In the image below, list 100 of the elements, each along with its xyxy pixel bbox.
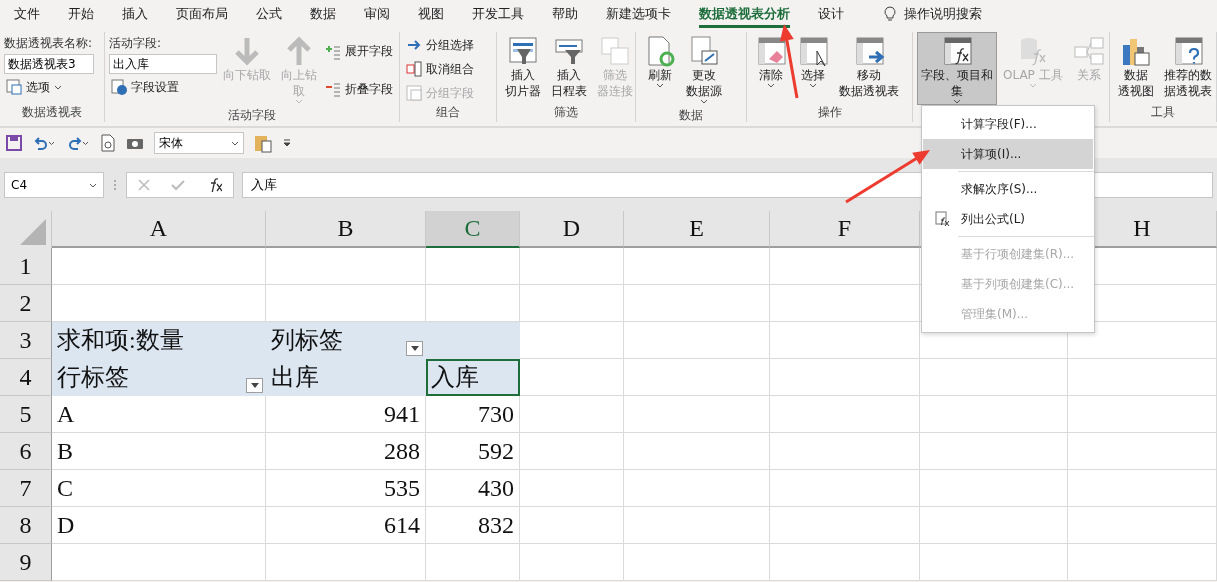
table-cell: 行标签 [52, 359, 266, 396]
table-cell: 730 [426, 396, 520, 433]
caret-icon [295, 99, 303, 104]
group-label: 活动字段 [227, 107, 277, 124]
menu-tab[interactable]: 页面布局 [176, 0, 228, 28]
ribbon-button[interactable]: 分组选择 [404, 34, 476, 56]
column-header[interactable]: C [426, 211, 520, 248]
ribbon-button[interactable]: 插入 切片器 [501, 32, 545, 102]
caret-icon [231, 140, 239, 146]
search-hint[interactable]: 操作说明搜索 [904, 5, 982, 23]
select-icon [797, 35, 829, 67]
menu-tab[interactable]: 公式 [256, 0, 282, 28]
row-header[interactable]: 9 [0, 544, 52, 581]
group-label: 组合 [435, 104, 461, 121]
menu-tab[interactable]: 数据 [310, 0, 336, 28]
menu-tab[interactable]: 设计 [818, 0, 844, 28]
table-cell: 列标签 [266, 322, 426, 359]
caret-icon [1028, 83, 1037, 88]
row-header[interactable]: 2 [0, 285, 52, 322]
caret-icon [54, 84, 62, 90]
filter-button[interactable] [406, 341, 423, 356]
paste-icon [254, 133, 272, 153]
column-header[interactable]: A [52, 211, 266, 248]
menu-item[interactable]: 计算项(I)... [923, 139, 1093, 169]
input-field[interactable]: 出入库 [109, 54, 217, 74]
ribbon-button[interactable]: 更改 数据源 [682, 32, 726, 105]
name-box[interactable]: C4 [4, 172, 104, 198]
table-cell: B [52, 433, 266, 470]
filter-button[interactable] [246, 378, 263, 393]
row-header[interactable]: 7 [0, 470, 52, 507]
ribbon-button[interactable]: 取消组合 [404, 58, 476, 80]
table-cell: 430 [426, 470, 520, 507]
row-header[interactable]: 3 [0, 322, 52, 359]
menu-tab[interactable]: 视图 [418, 0, 444, 28]
column-header[interactable]: E [624, 211, 770, 248]
ribbon-button[interactable]: 字段、项目和 集 [917, 32, 997, 105]
column-header[interactable]: B [266, 211, 426, 248]
ribbon-button[interactable]: 数据 透视图 [1114, 32, 1158, 102]
table-cell: 832 [426, 507, 520, 544]
lightbulb-icon [884, 6, 896, 22]
column-header[interactable]: F [770, 211, 920, 248]
ribbon-button[interactable]: 推荐的数 据透视表 [1160, 32, 1216, 102]
menu-tab[interactable]: 开始 [68, 0, 94, 28]
ribbon-button[interactable]: 选项 [4, 76, 94, 98]
table-cell: D [52, 507, 266, 544]
font-select[interactable]: 宋体 [154, 132, 244, 154]
undo-icon [32, 135, 56, 151]
ribbon-button[interactable]: 刷新 [640, 32, 680, 105]
row-header[interactable]: 1 [0, 248, 52, 285]
table-cell: 535 [266, 470, 426, 507]
customize-icon [282, 138, 292, 148]
group-label: 操作 [816, 104, 843, 121]
caret-icon [809, 83, 817, 88]
row-header[interactable]: 5 [0, 396, 52, 433]
relationship-icon [1072, 35, 1105, 67]
ribbon-button[interactable]: 折叠字段 [323, 78, 395, 101]
input-field[interactable]: 数据透视表3 [4, 54, 94, 74]
ribbon-button[interactable]: 展开字段 [323, 40, 395, 63]
menu-tab[interactable]: 帮助 [552, 0, 578, 28]
menu-tab[interactable]: 审阅 [364, 0, 390, 28]
table-cell: A [52, 396, 266, 433]
row-header[interactable]: 8 [0, 507, 52, 544]
table-cell: 求和项:数量 [52, 322, 266, 359]
group-label: 数据透视表 [21, 104, 83, 121]
column-header[interactable]: D [520, 211, 624, 248]
collapse-icon [325, 81, 341, 98]
table-cell: C [52, 470, 266, 507]
expand-icon [325, 43, 341, 60]
select-all-icon [19, 218, 47, 246]
caret-icon [767, 83, 775, 88]
grip-icon [112, 178, 118, 192]
dropdown-arrow-icon [410, 346, 419, 351]
ribbon-button[interactable]: 插入 日程表 [547, 32, 591, 102]
caret-icon [700, 99, 708, 104]
slicer-icon [507, 35, 539, 67]
menu-tab[interactable]: 新建选项卡 [606, 0, 671, 28]
ribbon-button[interactable]: 移动 数据透视表 [835, 32, 903, 102]
redo-icon [66, 135, 90, 151]
menu-tab[interactable]: 开发工具 [472, 0, 524, 28]
menu-tab[interactable]: 文件 [14, 0, 40, 28]
table-cell: 941 [266, 396, 426, 433]
row-header[interactable]: 4 [0, 359, 52, 396]
menu-tab[interactable]: 插入 [122, 0, 148, 28]
move-icon [853, 35, 885, 67]
clear-icon [755, 35, 787, 67]
group-label: 工具 [1150, 104, 1176, 121]
camera-icon [126, 136, 144, 150]
menu-tab[interactable]: 数据透视表分析 [699, 0, 790, 28]
group-label: 数据 [678, 107, 704, 124]
menu-item[interactable]: 计算字段(F)... [923, 109, 1093, 139]
table-cell: 出库 [266, 359, 426, 396]
row-header[interactable]: 6 [0, 433, 52, 470]
formula-icon [941, 35, 973, 67]
table-cell: 614 [266, 507, 426, 544]
ribbon-button[interactable]: 字段设置 [109, 76, 217, 98]
caret-icon [953, 99, 961, 104]
ribbon-button[interactable]: 清除 [751, 32, 791, 102]
ribbon-button[interactable]: 选择 [793, 32, 833, 102]
field-label: 数据透视表名称: [4, 35, 94, 52]
table-cell: 入库 [426, 359, 520, 396]
